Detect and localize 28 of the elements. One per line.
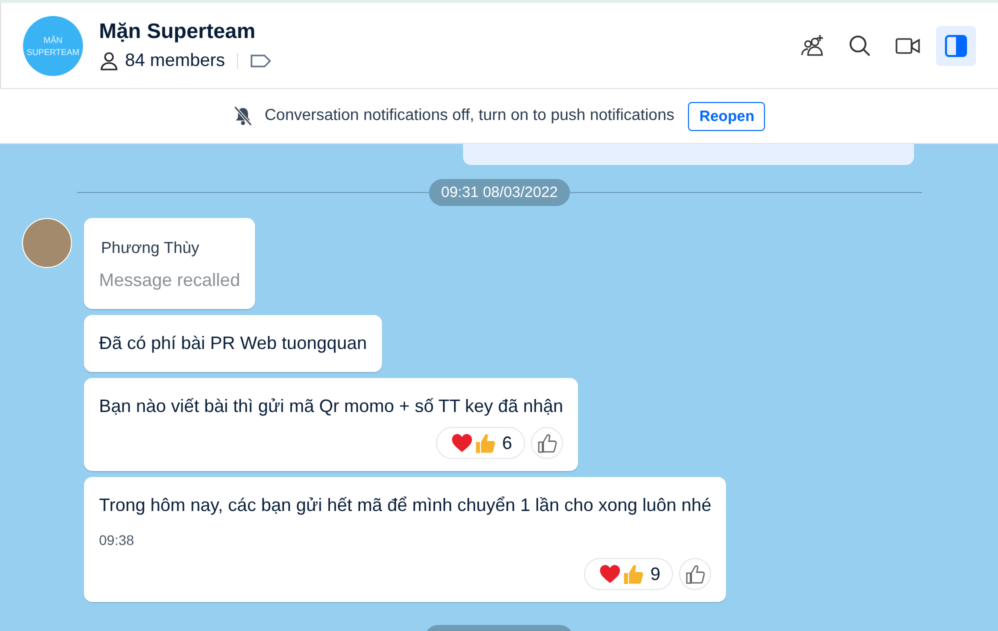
heart-icon — [451, 433, 474, 453]
like-icon[interactable] — [531, 427, 564, 459]
photo-placeholder — [22, 218, 72, 268]
avatar-text: SUPERTEAM — [26, 46, 80, 58]
like-icon[interactable] — [679, 558, 712, 590]
reopen-button[interactable]: Reopen — [688, 102, 766, 130]
message-text: Trong hôm nay, các bạn gửi hết mã để mình chuyển 1 lần cho xong luôn nhé — [99, 495, 712, 516]
reaction-summary[interactable]: 6 — [436, 427, 526, 459]
message-text: Bạn nào viết bài thì gửi mã Qr momo + số TT key đã nhận — [99, 396, 564, 417]
reaction-count: 9 — [650, 564, 660, 584]
avatar-text: MẶN — [44, 34, 62, 46]
tag-icon[interactable] — [250, 54, 272, 68]
notification-notice: Conversation notifications off, turn on to push notifications — [264, 107, 674, 125]
heart-icon — [599, 564, 622, 584]
thumbs-up-icon — [474, 432, 496, 454]
person-icon — [99, 50, 119, 70]
message-time: 09:38 — [99, 532, 136, 548]
date-divider: 09:31 08/03/2022 — [429, 179, 570, 206]
thumbs-up-icon — [622, 563, 644, 585]
group-title: Mặn Superteam — [99, 20, 256, 44]
reaction-count: 6 — [502, 432, 512, 454]
sender-name: Phương Thùy — [101, 240, 200, 258]
side-panel-icon[interactable] — [936, 26, 976, 66]
member-count[interactable]: 84 members — [125, 50, 226, 71]
muted-bell-icon — [232, 106, 253, 126]
recalled-message: Message recalled — [99, 270, 240, 291]
message-text: Đã có phí bài PR Web tuongquan — [99, 333, 367, 354]
reaction-summary[interactable]: 9 — [584, 558, 674, 590]
